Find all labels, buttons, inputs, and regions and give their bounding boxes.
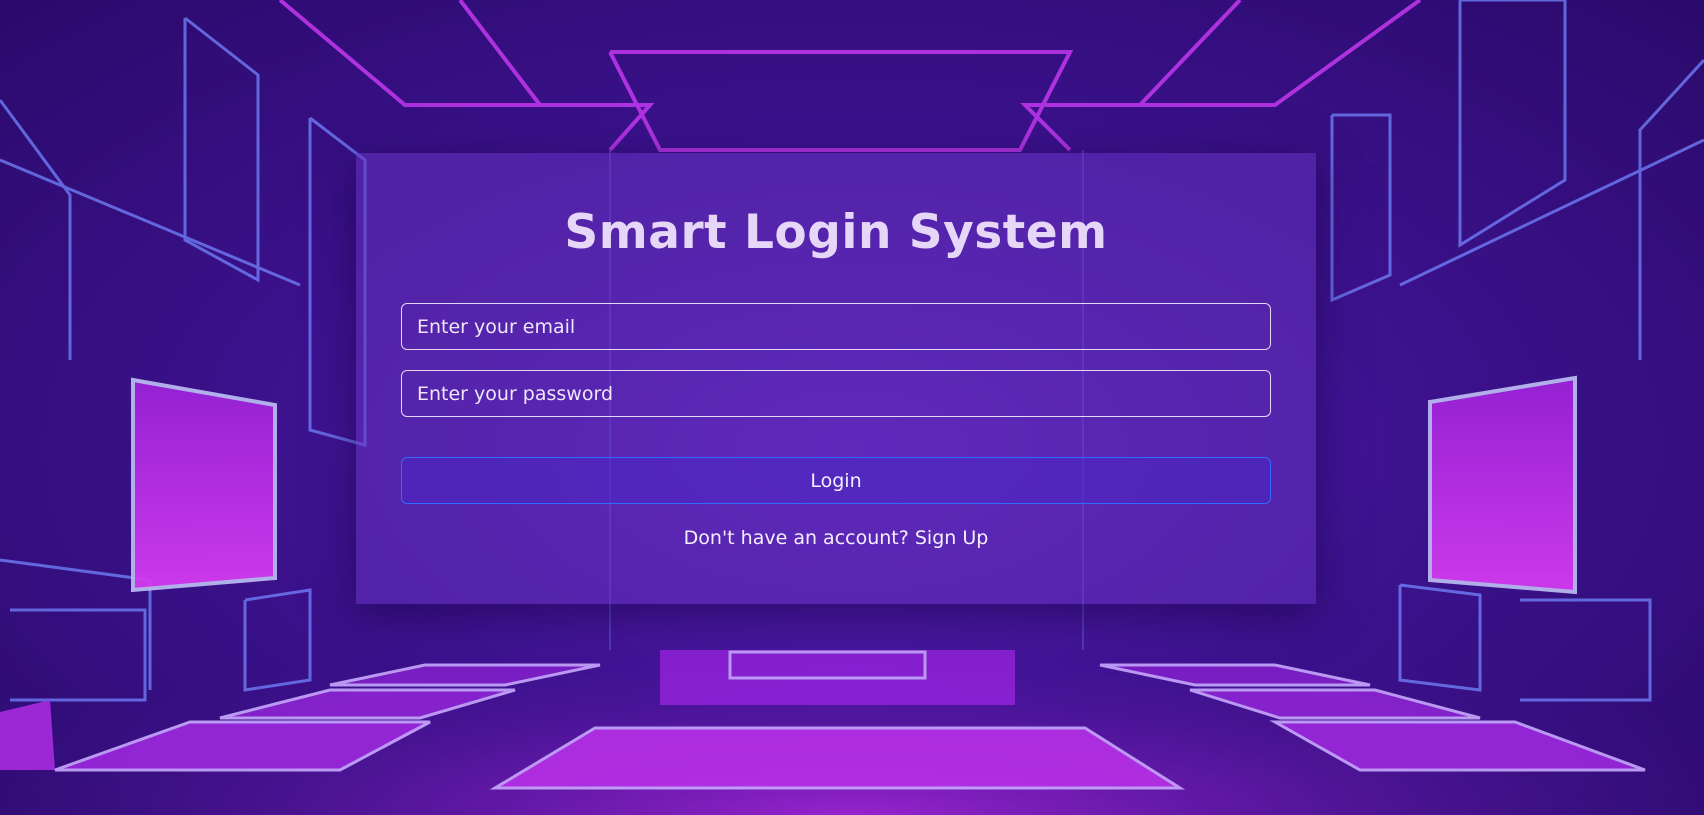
login-page: Smart Login System Login Don't have an a… <box>0 0 1704 815</box>
signup-link[interactable]: Sign Up <box>915 527 988 549</box>
login-card: Smart Login System Login Don't have an a… <box>356 153 1316 604</box>
signup-prompt: Don't have an account? <box>683 527 909 549</box>
password-input[interactable] <box>401 370 1271 417</box>
signup-row: Don't have an account? Sign Up <box>356 527 1316 549</box>
login-button[interactable]: Login <box>401 457 1271 504</box>
page-title: Smart Login System <box>564 205 1108 260</box>
email-input[interactable] <box>401 303 1271 350</box>
